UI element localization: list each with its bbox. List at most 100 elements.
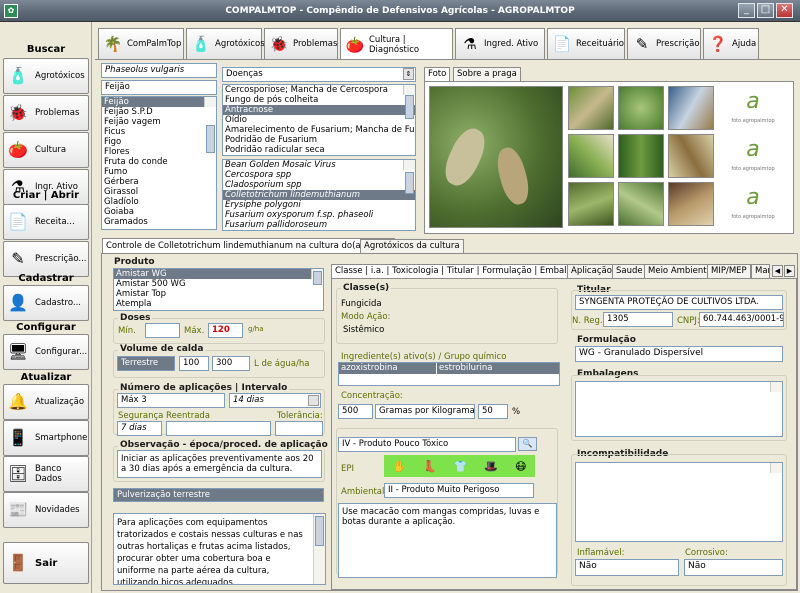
close-button[interactable]: ✕ xyxy=(776,3,793,18)
tab-foto[interactable]: Foto xyxy=(424,67,451,81)
tab-problemas[interactable]: 🐞 Problemas xyxy=(264,28,338,59)
organism-list[interactable]: Bean Golden Mosaic Virus Cercospora spp … xyxy=(222,159,416,231)
list-item[interactable]: Fusarium oxysporum f.sp. phaseoli xyxy=(223,210,415,220)
concentracao-value[interactable]: 500 xyxy=(338,404,373,419)
tab-scroll-left-icon[interactable]: ◀ xyxy=(772,265,783,277)
sidebar-agrotoxicos-button[interactable]: 🧴 Agrotóxicos xyxy=(3,58,89,94)
grupo-quimico-cell[interactable]: estrobilurina xyxy=(437,363,559,374)
scrollbar[interactable] xyxy=(204,97,216,153)
list-item[interactable]: Oídio xyxy=(223,115,415,125)
concentracao-unit[interactable]: Gramas por Kilogramas xyxy=(375,404,475,419)
ingrediente-ativo-cell[interactable]: azoxistrobina xyxy=(339,363,436,374)
scrollbar[interactable] xyxy=(311,269,323,285)
sidebar-receita-button[interactable]: 📄 Receita... xyxy=(3,204,89,240)
epi-text[interactable]: Use macacão com mangas compridas, luvas … xyxy=(338,503,557,578)
list-item[interactable]: Feijão vagem xyxy=(102,117,216,127)
thumbnail-photo[interactable] xyxy=(618,182,664,226)
list-item[interactable]: Fungo de pós colheita xyxy=(223,95,415,105)
tab-receituario[interactable]: 📄 Receituário xyxy=(547,28,625,59)
list-item[interactable]: Gladíolo xyxy=(102,197,216,207)
inflamavel-field[interactable]: Não xyxy=(575,559,679,576)
sidebar-problemas-button[interactable]: 🐞 Problemas xyxy=(3,95,89,131)
tab-mip-mep[interactable]: MIP/MEP xyxy=(707,264,751,278)
thumbnail-photo[interactable] xyxy=(668,134,714,178)
tab-prescricao[interactable]: ✎ Prescrição xyxy=(627,28,701,59)
scrollbar[interactable] xyxy=(770,463,782,473)
incompat-list[interactable] xyxy=(575,462,783,542)
scrollbar[interactable] xyxy=(403,160,415,194)
list-item[interactable]: Fruta do conde xyxy=(102,157,216,167)
list-item[interactable]: Atempla xyxy=(114,299,323,309)
list-item[interactable]: Figo xyxy=(102,137,216,147)
intervalo-field[interactable]: 14 dias xyxy=(229,393,321,408)
list-item[interactable]: Bean Golden Mosaic Virus xyxy=(223,160,415,170)
reg-field[interactable]: 1305 xyxy=(603,312,673,327)
sidebar-atualizacao-button[interactable]: 🔔 Atualização xyxy=(3,384,89,420)
embalagens-list[interactable] xyxy=(575,381,783,437)
thumbnail-photo[interactable] xyxy=(568,182,614,226)
tab-agrotoxicos-cultura[interactable]: Agrotóxicos da cultura xyxy=(360,239,464,254)
culture-list[interactable]: Feijão Feijão S.P.D Feijão vagem Ficus F… xyxy=(101,96,217,230)
list-item[interactable]: Antracnose xyxy=(223,105,415,115)
maximize-button[interactable]: □ xyxy=(757,3,774,18)
thumbnail-photo[interactable] xyxy=(618,86,664,130)
toxicologia-classe-field[interactable]: IV - Produto Pouco Tóxico xyxy=(338,437,516,452)
main-photo[interactable] xyxy=(429,86,563,228)
reentrada-field[interactable] xyxy=(166,421,271,436)
ambiental-field[interactable]: II - Produto Muito Perigoso xyxy=(384,483,534,498)
tab-compalmtop[interactable]: 🌴 ComPalmTop xyxy=(98,28,184,59)
minimize-button[interactable]: _ xyxy=(738,3,755,18)
list-item[interactable]: Girassol xyxy=(102,187,216,197)
sidebar-sair-button[interactable]: 🚪 Sair xyxy=(3,542,89,584)
list-item[interactable]: Cladosporium spp xyxy=(223,180,415,190)
problem-category-select[interactable]: Doenças ⇕ xyxy=(222,67,416,82)
sidebar-smartphone-button[interactable]: 📱 Smartphone xyxy=(3,420,89,456)
list-item[interactable]: Erysiphe polygoni xyxy=(223,200,415,210)
info-icon[interactable]: 🔍 xyxy=(518,437,537,451)
tab-aplicacao[interactable]: Aplicação xyxy=(567,264,616,278)
tab-saude[interactable]: Saude xyxy=(612,264,647,278)
list-item[interactable]: Ficus xyxy=(102,127,216,137)
list-item[interactable]: Cercosporiose; Mancha de Cercospora xyxy=(223,85,415,95)
list-item[interactable]: Amistar WG xyxy=(114,269,323,279)
list-item[interactable]: Fusarium pallidoroseum xyxy=(223,220,415,230)
list-item[interactable]: Amarelecimento de Fusarium; Mancha de Fu… xyxy=(223,125,415,135)
observacao-text[interactable]: Iniciar as aplicações preventivamente ao… xyxy=(117,450,322,478)
list-item[interactable]: Gérbera xyxy=(102,177,216,187)
calda-type-field[interactable]: Terrestre xyxy=(117,356,175,371)
aplicacoes-num-field[interactable]: Máx 3 xyxy=(117,393,225,408)
app-icon[interactable]: ✿ xyxy=(4,4,18,18)
list-item[interactable]: Gramados xyxy=(102,217,216,227)
scrollbar[interactable] xyxy=(313,514,325,584)
thumbnail-photo[interactable] xyxy=(568,134,614,178)
list-item[interactable]: Feijão S.P.D xyxy=(102,107,216,117)
tab-scroll-right-icon[interactable]: ▶ xyxy=(784,265,795,277)
tab-cultura-diagnostico[interactable]: 🍅 Cultura | Diagnóstico xyxy=(340,28,453,60)
produto-list[interactable]: Amistar WG Amistar 500 WG Amistar Top At… xyxy=(113,268,324,311)
dose-max-field[interactable]: 120 xyxy=(208,323,243,338)
scrollbar[interactable] xyxy=(403,85,415,119)
scientific-name-field[interactable]: Phaseolus vulgaris xyxy=(101,63,217,78)
sidebar-cultura-button[interactable]: 🍅 Cultura xyxy=(3,132,89,168)
ingrediente-table[interactable]: azoxistrobina estrobilurina xyxy=(338,362,560,386)
tab-controle[interactable]: Controle de Colletotrichum lindemuthianu… xyxy=(102,238,396,254)
sidebar-cadastro-button[interactable]: 👤 Cadastro... xyxy=(3,285,89,321)
dropdown-icon[interactable] xyxy=(308,395,319,406)
list-item[interactable]: Amistar 500 WG xyxy=(114,279,323,289)
list-item[interactable]: Feijão xyxy=(102,97,216,107)
seguranca-field[interactable]: 7 dias xyxy=(117,421,162,436)
dose-min-field[interactable] xyxy=(145,323,180,338)
sidebar-configurar-button[interactable]: 🖥 Configurar... xyxy=(3,334,89,370)
calda-min-field[interactable]: 100 xyxy=(179,356,209,371)
tab-sobre-praga[interactable]: Sobre a praga xyxy=(453,67,521,81)
pulverizacao-text[interactable]: Para aplicações com equipamentos tratori… xyxy=(113,513,326,585)
list-item[interactable]: Goiaba xyxy=(102,207,216,217)
corrosivo-field[interactable]: Não xyxy=(684,559,783,576)
sidebar-banco-dados-button[interactable]: 🗄 Banco Dados xyxy=(3,456,89,492)
list-item[interactable]: Cercospora spp xyxy=(223,170,415,180)
thumbnail-photo[interactable] xyxy=(668,182,714,226)
list-item[interactable]: Flores xyxy=(102,147,216,157)
problem-list[interactable]: Cercosporiose; Mancha de Cercospora Fung… xyxy=(222,84,416,156)
list-item[interactable]: Amistar Top xyxy=(114,289,323,299)
formulacao-field[interactable]: WG - Granulado Dispersível xyxy=(575,346,783,362)
